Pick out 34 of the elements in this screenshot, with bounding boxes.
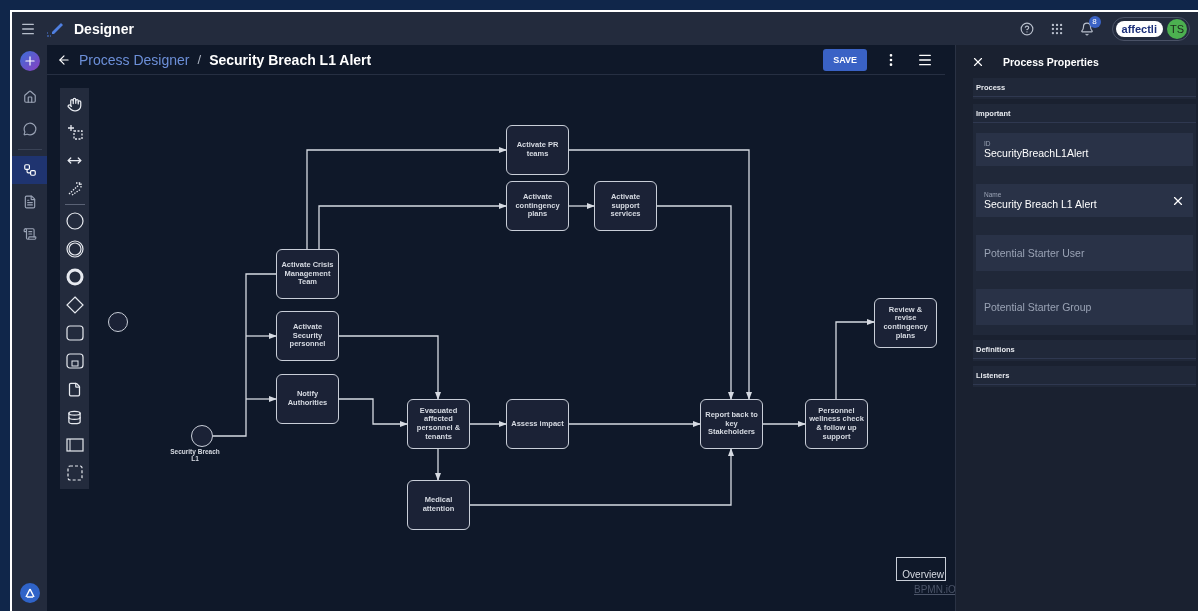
add-button[interactable] <box>19 51 40 71</box>
text-input[interactable]: Security Breach L1 Alert <box>984 198 1165 210</box>
text-input[interactable]: Potential Starter User <box>984 247 1185 259</box>
text-field[interactable]: Potential Starter User <box>976 235 1193 271</box>
apps-grid-button[interactable] <box>1049 21 1064 36</box>
notifications-button[interactable] <box>1079 21 1094 36</box>
breadcrumb-separator: / <box>197 52 202 67</box>
event-circle[interactable] <box>108 312 128 332</box>
home-icon <box>22 90 37 104</box>
start-event[interactable] <box>191 425 213 447</box>
nav-item[interactable] <box>12 156 47 184</box>
text-field[interactable]: Potential Starter Group <box>976 289 1193 325</box>
sequence-flow <box>469 421 507 427</box>
plus-icon <box>22 54 37 68</box>
process-icon <box>22 163 37 177</box>
app-logo-icon[interactable] <box>19 583 40 603</box>
text-input[interactable]: Potential Starter Group <box>984 301 1185 313</box>
text-input[interactable]: SecurityBreachL1Alert <box>984 147 1185 159</box>
app-title: Designer <box>74 20 134 37</box>
save-button[interactable]: SAVE <box>823 48 867 71</box>
sequence-flow <box>762 421 806 427</box>
form-icon <box>22 195 37 209</box>
breadcrumb-current: Security Breach L1 Alert <box>209 51 372 68</box>
back-button[interactable] <box>57 52 71 67</box>
notification-badge: 8 <box>1088 15 1101 28</box>
help-button[interactable] <box>1019 21 1034 36</box>
panel-title: Process Properties <box>1003 55 1099 68</box>
user-avatar: TS <box>1167 18 1187 39</box>
overview-button[interactable]: Overview <box>896 557 946 581</box>
brand-logo: affectli <box>1115 20 1163 37</box>
script-icon <box>22 227 37 241</box>
chat-icon <box>22 122 37 136</box>
sequence-flow <box>435 448 441 481</box>
breadcrumb-link[interactable]: Process Designer <box>79 51 190 68</box>
